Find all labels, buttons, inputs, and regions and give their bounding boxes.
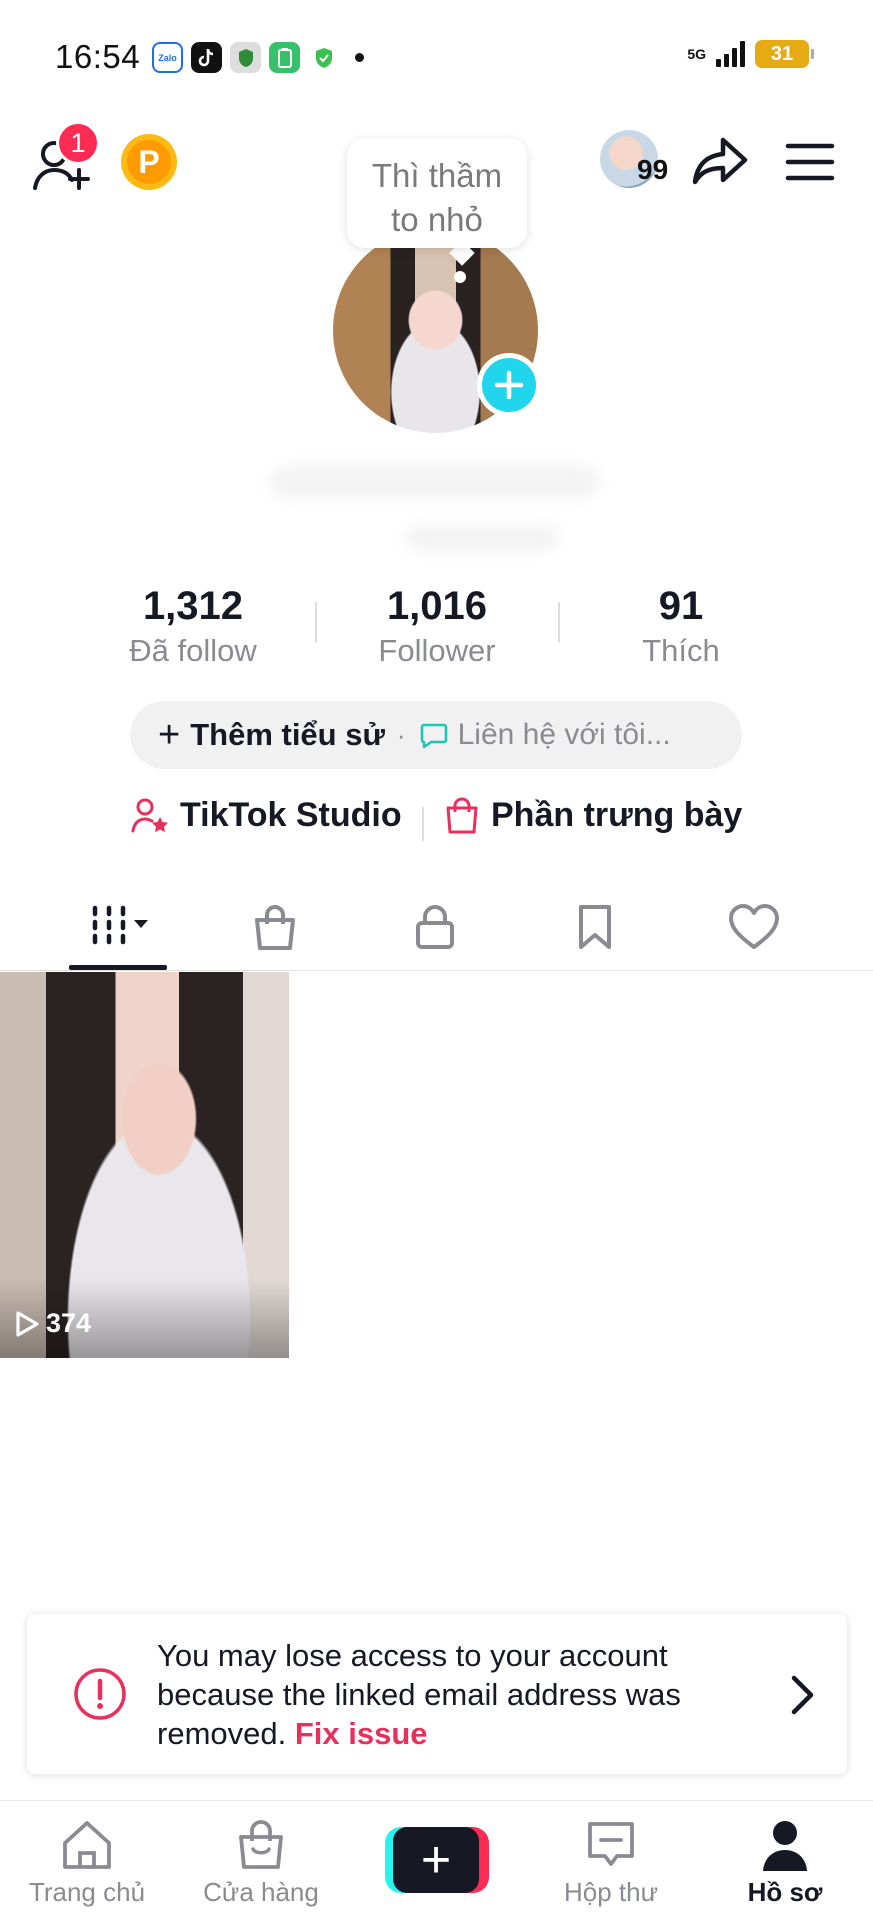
alert-icon bbox=[74, 1668, 126, 1720]
signal-icon bbox=[716, 41, 745, 67]
tiktok-studio-link[interactable]: TikTok Studio bbox=[130, 795, 402, 835]
bio-separator: · bbox=[396, 719, 406, 750]
add-bio-button[interactable]: Thêm tiểu sử bbox=[190, 717, 385, 753]
warning-message: You may lose access to your account beca… bbox=[157, 1636, 757, 1753]
nav-profile-label: Hồ sơ bbox=[747, 1877, 823, 1907]
video-thumbnail[interactable] bbox=[0, 972, 289, 1358]
following-label: Đã follow bbox=[129, 633, 257, 668]
add-bio-plus-icon: + bbox=[158, 714, 181, 756]
add-story-button[interactable] bbox=[477, 353, 541, 417]
story-count: 99 bbox=[637, 154, 669, 185]
menu-button[interactable] bbox=[782, 134, 838, 190]
followers-stat[interactable]: 1,016 Follower bbox=[327, 582, 547, 670]
battery-app-icon bbox=[269, 42, 300, 73]
tab-favorites[interactable] bbox=[545, 897, 645, 957]
nav-inbox[interactable]: Hộp thư bbox=[536, 1815, 686, 1908]
chevron-right-icon bbox=[791, 1675, 814, 1715]
active-tab-indicator bbox=[69, 965, 167, 970]
share-profile-button[interactable] bbox=[690, 130, 750, 190]
following-count: 1,312 bbox=[142, 584, 244, 628]
nav-home-label: Trang chủ bbox=[28, 1877, 146, 1907]
fix-issue-link[interactable]: Fix issue bbox=[295, 1716, 428, 1751]
shield-app-icon bbox=[308, 42, 339, 73]
followers-count: 1,016 bbox=[386, 584, 488, 628]
profile-note-text: Thì thầm to nhỏ bbox=[371, 157, 503, 238]
network-type: 5G bbox=[687, 46, 706, 62]
nav-profile[interactable]: Hồ sơ bbox=[710, 1815, 860, 1908]
heart-icon bbox=[729, 904, 779, 949]
profile-content-tabs bbox=[0, 885, 873, 971]
plus-icon bbox=[494, 370, 524, 400]
battery-icon: 31 bbox=[755, 40, 814, 68]
following-stat[interactable]: 1,312 Đã follow bbox=[83, 582, 303, 670]
security-app-icon bbox=[230, 42, 261, 73]
profile-links-row: TikTok Studio Phần trưng bày bbox=[0, 795, 873, 851]
lock-icon bbox=[416, 905, 454, 949]
zalo-icon: Zalo bbox=[152, 42, 183, 73]
contact-me-button[interactable]: Liên hệ với tôi... bbox=[458, 718, 671, 752]
video-grid-dropdown-icon bbox=[92, 905, 148, 945]
bio-actions-pill: + Thêm tiểu sử · Liên hệ với tôi... bbox=[130, 701, 742, 769]
stat-divider bbox=[558, 602, 560, 642]
nav-shop-label: Cửa hàng bbox=[203, 1877, 319, 1907]
view-count-value: 374 bbox=[46, 1308, 92, 1338]
notification-dot bbox=[355, 53, 364, 62]
create-plus-icon: + bbox=[393, 1827, 479, 1893]
tiktok-icon bbox=[191, 42, 222, 73]
shopping-bag-icon bbox=[446, 797, 478, 834]
bottom-navigation: Trang chủ Cửa hàng + Hộp thư Hồ sơ bbox=[0, 1800, 873, 1920]
video-view-count: 374 bbox=[14, 1308, 91, 1339]
tab-liked[interactable] bbox=[704, 897, 804, 957]
account-warning-banner[interactable]: You may lose access to your account beca… bbox=[27, 1614, 847, 1774]
home-icon bbox=[63, 1821, 111, 1869]
nav-shop[interactable]: Cửa hàng bbox=[186, 1815, 336, 1908]
likes-label: Thích bbox=[642, 633, 720, 668]
showcase-link[interactable]: Phần trưng bày bbox=[443, 795, 742, 835]
display-name-blurred bbox=[270, 465, 600, 499]
tab-videos[interactable] bbox=[68, 897, 168, 957]
play-icon bbox=[16, 1310, 39, 1337]
points-coin-button[interactable]: P bbox=[121, 134, 177, 190]
nav-home[interactable]: Trang chủ bbox=[12, 1815, 162, 1908]
shopping-bag-icon bbox=[255, 905, 295, 950]
followers-label: Follower bbox=[378, 633, 496, 668]
status-bar: 16:54 Zalo 5G 31 bbox=[0, 0, 873, 112]
showcase-label: Phần trưng bày bbox=[491, 795, 743, 834]
status-indicators: 5G 31 bbox=[687, 40, 814, 68]
links-divider bbox=[422, 807, 424, 841]
notification-badge: 1 bbox=[56, 121, 100, 165]
nav-inbox-label: Hộp thư bbox=[563, 1877, 658, 1907]
share-icon bbox=[692, 137, 748, 185]
battery-level: 31 bbox=[770, 42, 794, 65]
profile-note-bubble[interactable]: Thì thầm to nhỏ bbox=[347, 138, 527, 248]
bookmark-icon bbox=[579, 905, 611, 949]
status-app-icons: Zalo bbox=[152, 42, 364, 73]
inbox-icon bbox=[588, 1822, 634, 1866]
status-time: 16:54 bbox=[55, 38, 141, 75]
chat-bubble-icon bbox=[420, 723, 447, 749]
tab-private[interactable] bbox=[385, 897, 485, 957]
username-blurred bbox=[405, 525, 560, 551]
likes-stat[interactable]: 91 Thích bbox=[571, 582, 791, 670]
hamburger-menu-icon bbox=[785, 143, 835, 181]
create-button[interactable]: + bbox=[385, 1827, 489, 1893]
profile-stats: 1,312 Đã follow 1,016 Follower 91 Thích bbox=[0, 582, 873, 668]
tiktok-studio-label: TikTok Studio bbox=[180, 795, 402, 834]
stat-divider bbox=[315, 602, 317, 642]
studio-person-star-icon bbox=[131, 798, 168, 833]
note-dot bbox=[454, 271, 466, 283]
likes-count: 91 bbox=[658, 584, 704, 628]
coin-icon: P bbox=[127, 140, 171, 184]
shopping-bag-icon bbox=[239, 1820, 283, 1869]
profile-icon bbox=[763, 1821, 807, 1871]
tab-shop[interactable] bbox=[225, 897, 325, 957]
